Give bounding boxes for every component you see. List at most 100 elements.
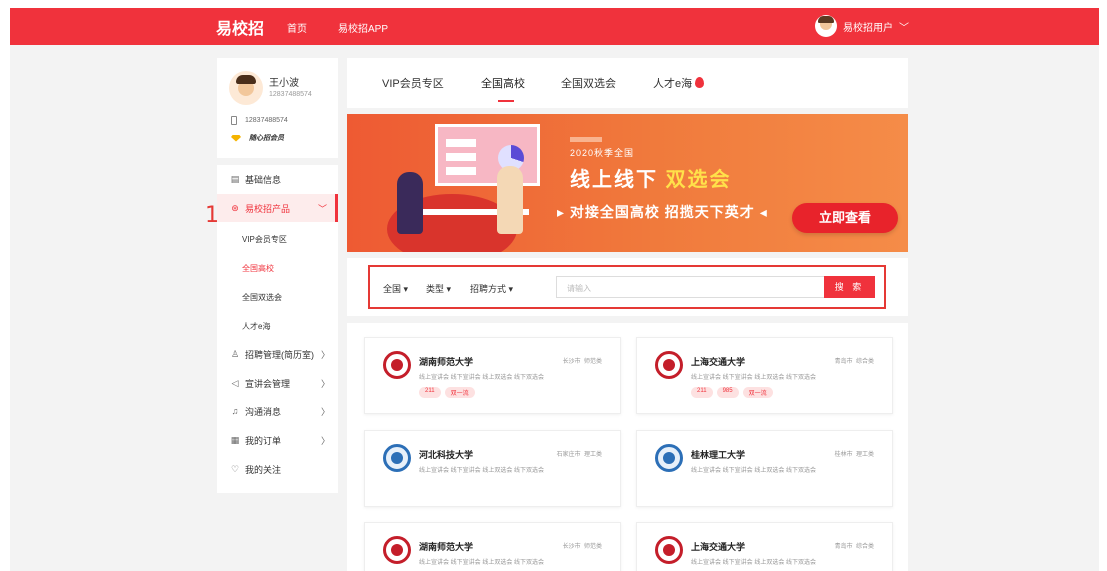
profile-phone-value: 12837488574 [245, 117, 288, 124]
sidebar-item-recruitment[interactable]: ♙ 招聘管理(简历室) 〉 [217, 340, 338, 368]
university-city: 青岛市 [834, 544, 853, 550]
diamond-icon [231, 134, 241, 142]
top-navbar: 易校招 首页 易校招APP 易校招用户 ﹀ [10, 8, 1099, 45]
people-icon: ♙ [230, 348, 240, 359]
sidebar-menu: ▤ 基础信息 ⊛ 易校招产品 ﹀ VIP会员专区 全国高校 全国双选会 人才e海… [217, 165, 338, 493]
filter-region-dropdown[interactable]: 全国 ▾ [383, 282, 408, 295]
university-city: 桂林市 [834, 452, 853, 458]
university-category: 综合类 [855, 359, 874, 365]
nav-app[interactable]: 易校招APP [338, 20, 388, 35]
sidebar-item-label: 沟通消息 [245, 406, 282, 417]
profile-card: 王小波 12837488574 12837488574 随心招会员 [217, 58, 338, 158]
screen-panel [446, 153, 476, 161]
tag-badge: 985 [716, 387, 739, 398]
sidebar-item-messages[interactable]: ♫ 沟通消息 〉 [217, 397, 338, 425]
university-logo-icon [655, 351, 683, 379]
chevron-right-icon: 〉 [320, 435, 330, 446]
heart-icon: ♡ [230, 463, 240, 474]
sidebar-item-label: 我的订单 [245, 435, 282, 446]
university-city: 青岛市 [834, 359, 853, 365]
university-logo-icon [383, 536, 411, 564]
sidebar-item-seminars[interactable]: ◁ 宣讲会管理 〉 [217, 369, 338, 397]
annotation-number-1: 1 [205, 203, 219, 228]
banner-headline-highlight: 双选会 [665, 169, 732, 191]
filter-type-dropdown[interactable]: 类型 ▾ [426, 282, 451, 295]
university-card[interactable]: 上海交通大学 青岛市 综合类 线上宣讲会 线下宣讲会 线上双选会 线下双选会 2… [636, 337, 893, 414]
document-icon: ▤ [230, 173, 240, 184]
university-logo-icon [655, 536, 683, 564]
user-menu[interactable]: 易校招用户 ﹀ [815, 15, 909, 37]
university-category: 师范类 [583, 359, 602, 365]
university-name: 湖南师范大学 [419, 357, 474, 367]
chevron-right-icon: 〉 [320, 349, 330, 360]
tag-badge: 211 [419, 387, 441, 398]
tag-badge: 双一流 [444, 387, 475, 398]
sidebar-item-label: 招聘管理(简历室) [245, 349, 314, 360]
university-name: 河北科技大学 [419, 450, 474, 460]
banner-subtitle: 2020秋季全国 [570, 148, 635, 158]
university-meta: 青岛市 综合类 [835, 356, 874, 365]
recruit-modes: 线上宣讲会 线下宣讲会 线上双选会 线下双选会 [419, 560, 545, 566]
search-input[interactable]: 请输入 [556, 276, 824, 298]
tag-list: 211 985 双一流 [691, 387, 773, 398]
nav-home[interactable]: 首页 [287, 20, 307, 35]
university-category: 理工类 [855, 452, 874, 458]
university-name: 上海交通大学 [691, 357, 746, 367]
avatar [815, 15, 837, 37]
recruit-modes: 线上宣讲会 线下宣讲会 线上双选会 线下双选会 [691, 468, 817, 474]
presentation-screen-illustration [435, 124, 540, 186]
sidebar-item-orders[interactable]: ▦ 我的订单 〉 [217, 426, 338, 454]
university-meta: 石家庄市 理工类 [557, 449, 602, 458]
tag-badge: 双一流 [742, 387, 773, 398]
university-meta: 长沙市 师范类 [563, 356, 602, 365]
university-card[interactable]: 湖南师范大学 长沙市 师范类 线上宣讲会 线下宣讲会 线上双选会 线下双选会 [364, 522, 621, 571]
sidebar-subitem-universities[interactable]: 全国高校 [242, 263, 274, 274]
sidebar-item-basic-info[interactable]: ▤ 基础信息 [217, 165, 338, 193]
university-category: 师范类 [583, 544, 602, 550]
sidebar-subitem-talent-sea[interactable]: 人才e海 [242, 321, 270, 332]
active-tab-underline [498, 100, 514, 102]
brand-logo[interactable]: 易校招 [216, 15, 264, 39]
tab-talent-sea[interactable]: 人才e海 [653, 75, 705, 91]
university-card[interactable]: 湖南师范大学 长沙市 师范类 线上宣讲会 线下宣讲会 线上双选会 线下双选会 2… [364, 337, 621, 414]
profile-name: 王小波 [269, 78, 299, 89]
tab-job-fairs[interactable]: 全国双选会 [561, 75, 616, 91]
university-card[interactable]: 上海交通大学 青岛市 综合类 线上宣讲会 线下宣讲会 线上双选会 线下双选会 [636, 522, 893, 571]
tab-universities[interactable]: 全国高校 [481, 75, 525, 91]
user-name: 易校招用户 [843, 22, 893, 34]
recruit-modes: 线上宣讲会 线下宣讲会 线上双选会 线下双选会 [419, 468, 545, 474]
university-card[interactable]: 河北科技大学 石家庄市 理工类 线上宣讲会 线下宣讲会 线上双选会 线下双选会 [364, 430, 621, 507]
flame-icon [695, 77, 705, 88]
sidebar-subitem-vip[interactable]: VIP会员专区 [242, 234, 287, 245]
recruit-modes: 线上宣讲会 线下宣讲会 线上双选会 线下双选会 [419, 375, 545, 381]
sidebar-item-label: 宣讲会管理 [245, 378, 291, 389]
sidebar-item-label: 易校招产品 [245, 203, 291, 214]
product-icon: ⊛ [231, 202, 239, 213]
sidebar-subitem-job-fairs[interactable]: 全国双选会 [242, 292, 282, 303]
sidebar-item-products[interactable]: ⊛ 易校招产品 ﹀ [217, 194, 338, 222]
university-city: 长沙市 [562, 359, 581, 365]
promo-banner[interactable]: 2020秋季全国 线上线下 双选会 ▸ 对接全国高校 招揽天下英才 ◂ 立即查看 [347, 114, 908, 252]
tab-talent-sea-label: 人才e海 [653, 78, 693, 90]
university-card[interactable]: 桂林理工大学 桂林市 理工类 线上宣讲会 线下宣讲会 线上双选会 线下双选会 [636, 430, 893, 507]
person-illustration [497, 166, 523, 234]
banner-decor-bar [570, 137, 602, 142]
tab-vip[interactable]: VIP会员专区 [382, 75, 444, 91]
chevron-down-icon: ﹀ [899, 22, 909, 34]
university-name: 桂林理工大学 [691, 450, 746, 460]
sidebar-item-favorites[interactable]: ♡ 我的关注 [217, 455, 338, 483]
tab-bar: VIP会员专区 全国高校 全国双选会 人才e海 [347, 58, 908, 108]
avatar [229, 71, 263, 105]
bell-icon: ♫ [231, 406, 239, 416]
search-button[interactable]: 搜 索 [824, 276, 875, 298]
sidebar-item-label: 基础信息 [245, 174, 282, 185]
profile-phone-row: 12837488574 [231, 116, 288, 125]
filter-mode-dropdown[interactable]: 招聘方式 ▾ [470, 282, 513, 295]
chevron-down-icon: ﹀ [317, 203, 327, 214]
view-now-button[interactable]: 立即查看 [792, 203, 898, 233]
tag-list: 211 双一流 [419, 387, 475, 398]
screen-panel [446, 139, 476, 147]
phone-icon [231, 116, 237, 125]
banner-headline-part: 线上 [570, 169, 614, 191]
profile-phone: 12837488574 [269, 91, 312, 98]
